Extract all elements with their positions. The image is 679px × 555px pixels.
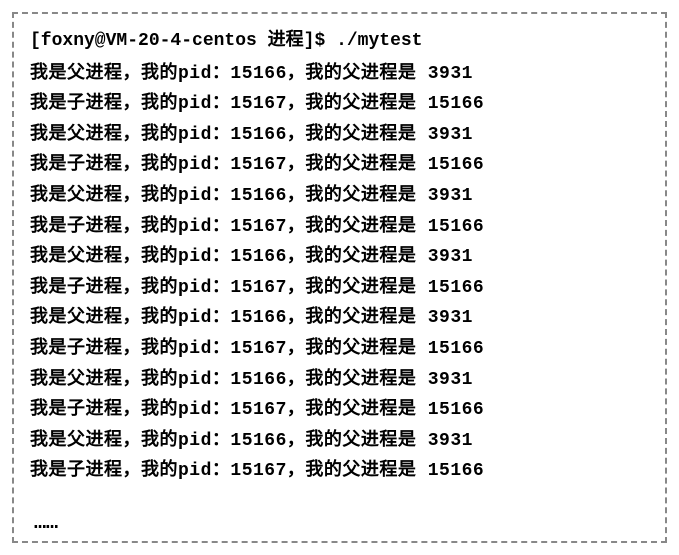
terminal-window: [foxny@VM-20-4-centos 进程]$ ./mytest 我是父进…	[12, 12, 667, 543]
output-line: 我是子进程，我的pid：15167，我的父进程是 15166	[30, 273, 649, 304]
ellipsis-text: ……	[30, 507, 649, 541]
output-line: 我是父进程，我的pid：15166，我的父进程是 3931	[30, 59, 649, 90]
output-block: 我是父进程，我的pid：15166，我的父进程是 3931我是子进程，我的pid…	[30, 59, 649, 487]
command-text: ./mytest	[336, 31, 422, 51]
output-line: 我是子进程，我的pid：15167，我的父进程是 15166	[30, 334, 649, 365]
output-line: 我是父进程，我的pid：15166，我的父进程是 3931	[30, 242, 649, 273]
output-line: 我是子进程，我的pid：15167，我的父进程是 15166	[30, 456, 649, 487]
prompt-user-host: [foxny@VM-20-4-centos 进程]$	[30, 31, 325, 51]
output-line: 我是父进程，我的pid：15166，我的父进程是 3931	[30, 120, 649, 151]
output-line: 我是父进程，我的pid：15166，我的父进程是 3931	[30, 303, 649, 334]
output-line: 我是子进程，我的pid：15167，我的父进程是 15166	[30, 212, 649, 243]
output-line: 我是父进程，我的pid：15166，我的父进程是 3931	[30, 365, 649, 396]
command-prompt-line: [foxny@VM-20-4-centos 进程]$ ./mytest	[30, 26, 649, 57]
output-line: 我是父进程，我的pid：15166，我的父进程是 3931	[30, 181, 649, 212]
output-line: 我是子进程，我的pid：15167，我的父进程是 15166	[30, 89, 649, 120]
output-line: 我是子进程，我的pid：15167，我的父进程是 15166	[30, 150, 649, 181]
output-line: 我是父进程，我的pid：15166，我的父进程是 3931	[30, 426, 649, 457]
output-line: 我是子进程，我的pid：15167，我的父进程是 15166	[30, 395, 649, 426]
